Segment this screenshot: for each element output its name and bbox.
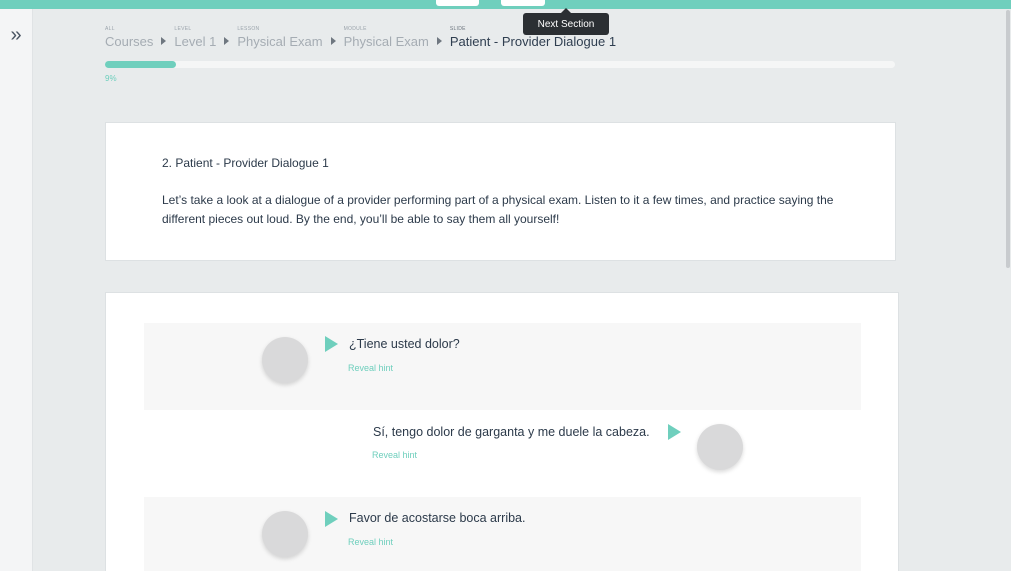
play-icon[interactable] [325, 511, 338, 527]
caret-right-icon [161, 37, 167, 45]
breadcrumb-slide: SLIDE Patient - Provider Dialogue 1 [450, 26, 616, 50]
reveal-hint-link[interactable]: Reveal hint [348, 537, 393, 547]
slide-description: Let’s take a look at a dialogue of a pro… [162, 193, 834, 226]
dialogue-line: Favor de acostarse boca arriba. Reveal h… [144, 497, 861, 571]
breadcrumb-link[interactable]: Physical Exam [344, 33, 429, 50]
breadcrumb: ALL Courses LEVEL Level 1 LESSON Physica… [105, 26, 624, 50]
breadcrumb-level-label: ALL [105, 26, 115, 32]
page-scrollbar[interactable] [1006, 10, 1010, 268]
double-chevron-right-icon[interactable]: » [6, 24, 26, 46]
dialogue-card: ¿Tiene usted dolor? Reveal hint Sí, teng… [105, 292, 899, 571]
breadcrumb-level-label: LEVEL [174, 26, 192, 32]
breadcrumb-link[interactable]: Physical Exam [237, 33, 322, 50]
play-icon[interactable] [668, 424, 681, 440]
provider-avatar [262, 337, 308, 383]
progress-bar [105, 61, 895, 68]
reveal-hint-link[interactable]: Reveal hint [372, 450, 417, 460]
top-bar [0, 0, 1011, 9]
caret-right-icon [224, 37, 230, 45]
provider-avatar [262, 511, 308, 557]
breadcrumb-level-label: LESSON [237, 26, 260, 32]
intro-card: 2. Patient - Provider Dialogue 1 Let’s t… [105, 122, 896, 261]
breadcrumb-level-label: SLIDE [449, 26, 466, 32]
patient-avatar [697, 424, 743, 470]
dialogue-text: ¿Tiene usted dolor? [349, 337, 460, 351]
breadcrumb-link[interactable]: Level 1 [174, 33, 216, 50]
dialogue-text: Favor de acostarse boca arriba. [349, 511, 526, 525]
progress-fill [105, 61, 177, 68]
breadcrumb-courses[interactable]: ALL Courses [105, 26, 153, 50]
breadcrumb-module[interactable]: MODULE Physical Exam [344, 26, 429, 50]
previous-section-button[interactable] [436, 0, 479, 6]
breadcrumb-link[interactable]: Courses [105, 33, 153, 50]
breadcrumb-lesson[interactable]: LESSON Physical Exam [237, 26, 322, 50]
dialogue-line: Sí, tengo dolor de garganta y me duele l… [144, 410, 861, 496]
next-section-button[interactable] [501, 0, 545, 6]
caret-right-icon [330, 37, 336, 45]
play-icon[interactable] [325, 336, 338, 352]
slide-title: 2. Patient - Provider Dialogue 1 [162, 156, 329, 170]
dialogue-line: ¿Tiene usted dolor? Reveal hint [144, 323, 861, 410]
caret-right-icon [436, 37, 442, 45]
breadcrumb-level[interactable]: LEVEL Level 1 [174, 26, 216, 50]
progress-percent: 9% [105, 74, 117, 83]
dialogue-text: Sí, tengo dolor de garganta y me duele l… [373, 425, 650, 439]
breadcrumb-current: Patient - Provider Dialogue 1 [449, 34, 617, 49]
breadcrumb-level-label: MODULE [343, 26, 367, 32]
reveal-hint-link[interactable]: Reveal hint [348, 363, 393, 373]
sidebar: » [0, 9, 33, 571]
